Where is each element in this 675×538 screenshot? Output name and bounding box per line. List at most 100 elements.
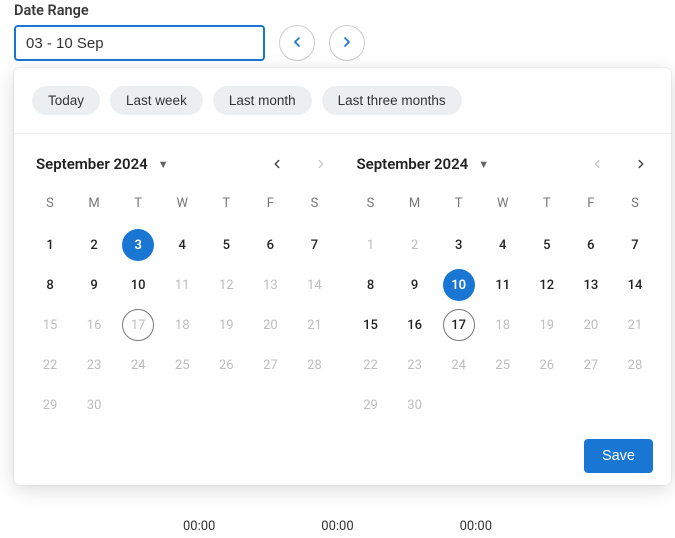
next-range-button[interactable] — [329, 25, 365, 61]
calendar-day[interactable]: 24 — [437, 347, 481, 383]
day-of-week-header: T — [525, 190, 569, 223]
caret-down-icon[interactable]: ▼ — [158, 158, 169, 171]
calendar-day[interactable]: 15 — [349, 307, 393, 343]
calendar-day-number: 8 — [34, 269, 66, 301]
calendar-day[interactable]: 11 — [160, 267, 204, 303]
calendar-day[interactable]: 13 — [248, 267, 292, 303]
preset-chip-last-week[interactable]: Last week — [110, 86, 203, 115]
calendar-day-number: 16 — [399, 309, 431, 341]
calendar-day-number: 14 — [298, 269, 330, 301]
calendar-day[interactable]: 21 — [613, 307, 657, 343]
calendar-day[interactable]: 18 — [481, 307, 525, 343]
calendar-day-number: 9 — [78, 269, 110, 301]
calendar-day[interactable]: 16 — [72, 307, 116, 343]
calendar-day[interactable]: 10 — [116, 267, 160, 303]
calendar-day[interactable]: 27 — [569, 347, 613, 383]
calendar-end: September 2024▼SMTWTFS123456789101112131… — [349, 152, 658, 423]
calendar-day[interactable]: 9 — [393, 267, 437, 303]
calendar-title[interactable]: September 2024 — [357, 155, 469, 173]
calendar-day[interactable]: 16 — [393, 307, 437, 343]
calendar-day[interactable]: 6 — [248, 227, 292, 263]
calendar-day[interactable]: 2 — [72, 227, 116, 263]
calendar-day[interactable]: 19 — [204, 307, 248, 343]
calendar-day[interactable]: 13 — [569, 267, 613, 303]
calendar-day[interactable]: 3 — [116, 227, 160, 263]
calendar-day[interactable]: 20 — [248, 307, 292, 343]
calendar-day-number: 6 — [254, 229, 286, 261]
calendar-prev-button[interactable] — [265, 152, 289, 176]
calendar-day[interactable]: 18 — [160, 307, 204, 343]
calendar-day[interactable]: 23 — [393, 347, 437, 383]
calendar-day[interactable]: 17 — [437, 307, 481, 343]
calendar-day[interactable]: 14 — [613, 267, 657, 303]
calendar-day[interactable]: 14 — [292, 267, 336, 303]
calendar-day[interactable]: 12 — [525, 267, 569, 303]
calendar-day[interactable]: 7 — [613, 227, 657, 263]
calendar-day[interactable]: 15 — [28, 307, 72, 343]
day-of-week-header: S — [613, 190, 657, 223]
day-of-week-header: S — [28, 190, 72, 223]
calendar-day-number: 4 — [487, 229, 519, 261]
day-of-week-header: W — [160, 190, 204, 223]
calendar-day[interactable]: 5 — [204, 227, 248, 263]
calendar-day[interactable]: 8 — [349, 267, 393, 303]
calendar-day[interactable]: 27 — [248, 347, 292, 383]
calendar-day[interactable]: 26 — [204, 347, 248, 383]
calendar-day[interactable]: 25 — [160, 347, 204, 383]
date-range-input[interactable] — [14, 25, 265, 61]
calendar-day-number: 20 — [575, 309, 607, 341]
prev-range-button[interactable] — [279, 25, 315, 61]
calendar-day[interactable]: 3 — [437, 227, 481, 263]
calendar-day[interactable]: 29 — [349, 387, 393, 423]
calendar-day[interactable]: 24 — [116, 347, 160, 383]
calendar-day[interactable]: 7 — [292, 227, 336, 263]
calendar-day-number: 21 — [298, 309, 330, 341]
calendar-day[interactable]: 8 — [28, 267, 72, 303]
calendar-day[interactable]: 6 — [569, 227, 613, 263]
calendar-day[interactable]: 25 — [481, 347, 525, 383]
calendar-day[interactable]: 17 — [116, 307, 160, 343]
preset-chip-last-month[interactable]: Last month — [213, 86, 312, 115]
calendar-day[interactable]: 1 — [349, 227, 393, 263]
calendar-day[interactable]: 11 — [481, 267, 525, 303]
caret-down-icon[interactable]: ▼ — [478, 158, 489, 171]
calendar-day[interactable]: 30 — [72, 387, 116, 423]
calendar-day[interactable]: 23 — [72, 347, 116, 383]
calendar-day-number: 22 — [34, 349, 66, 381]
calendar-day[interactable]: 22 — [28, 347, 72, 383]
calendar-day[interactable]: 12 — [204, 267, 248, 303]
calendar-day[interactable]: 28 — [292, 347, 336, 383]
calendar-day[interactable]: 21 — [292, 307, 336, 343]
save-button[interactable]: Save — [584, 439, 653, 473]
calendar-day-number: 15 — [34, 309, 66, 341]
calendar-day-number: 27 — [254, 349, 286, 381]
calendar-day-number: 7 — [619, 229, 651, 261]
calendar-day-number: 11 — [487, 269, 519, 301]
preset-chip-today[interactable]: Today — [32, 86, 100, 115]
calendar-day[interactable]: 26 — [525, 347, 569, 383]
calendar-day[interactable]: 22 — [349, 347, 393, 383]
calendar-day-number: 6 — [575, 229, 607, 261]
day-of-week-header: F — [248, 190, 292, 223]
calendar-next-button[interactable] — [629, 152, 653, 176]
calendar-day[interactable]: 10 — [437, 267, 481, 303]
calendar-day[interactable]: 29 — [28, 387, 72, 423]
calendar-day[interactable]: 30 — [393, 387, 437, 423]
preset-chip-last-three-months[interactable]: Last three months — [322, 86, 462, 115]
date-picker-popup: Today Last week Last month Last three month… — [14, 68, 671, 485]
calendar-day[interactable]: 19 — [525, 307, 569, 343]
calendar-day[interactable]: 4 — [481, 227, 525, 263]
calendar-day-number: 15 — [355, 309, 387, 341]
calendar-day[interactable]: 5 — [525, 227, 569, 263]
calendar-day[interactable]: 20 — [569, 307, 613, 343]
chevron-right-icon — [339, 34, 355, 53]
calendar-day-number: 24 — [122, 349, 154, 381]
calendar-day-number: 26 — [531, 349, 563, 381]
calendar-day[interactable]: 28 — [613, 347, 657, 383]
calendar-title[interactable]: September 2024 — [36, 155, 148, 173]
preset-row: Today Last week Last month Last three month… — [14, 68, 671, 134]
calendar-day[interactable]: 2 — [393, 227, 437, 263]
calendar-day[interactable]: 4 — [160, 227, 204, 263]
calendar-day[interactable]: 9 — [72, 267, 116, 303]
calendar-day[interactable]: 1 — [28, 227, 72, 263]
